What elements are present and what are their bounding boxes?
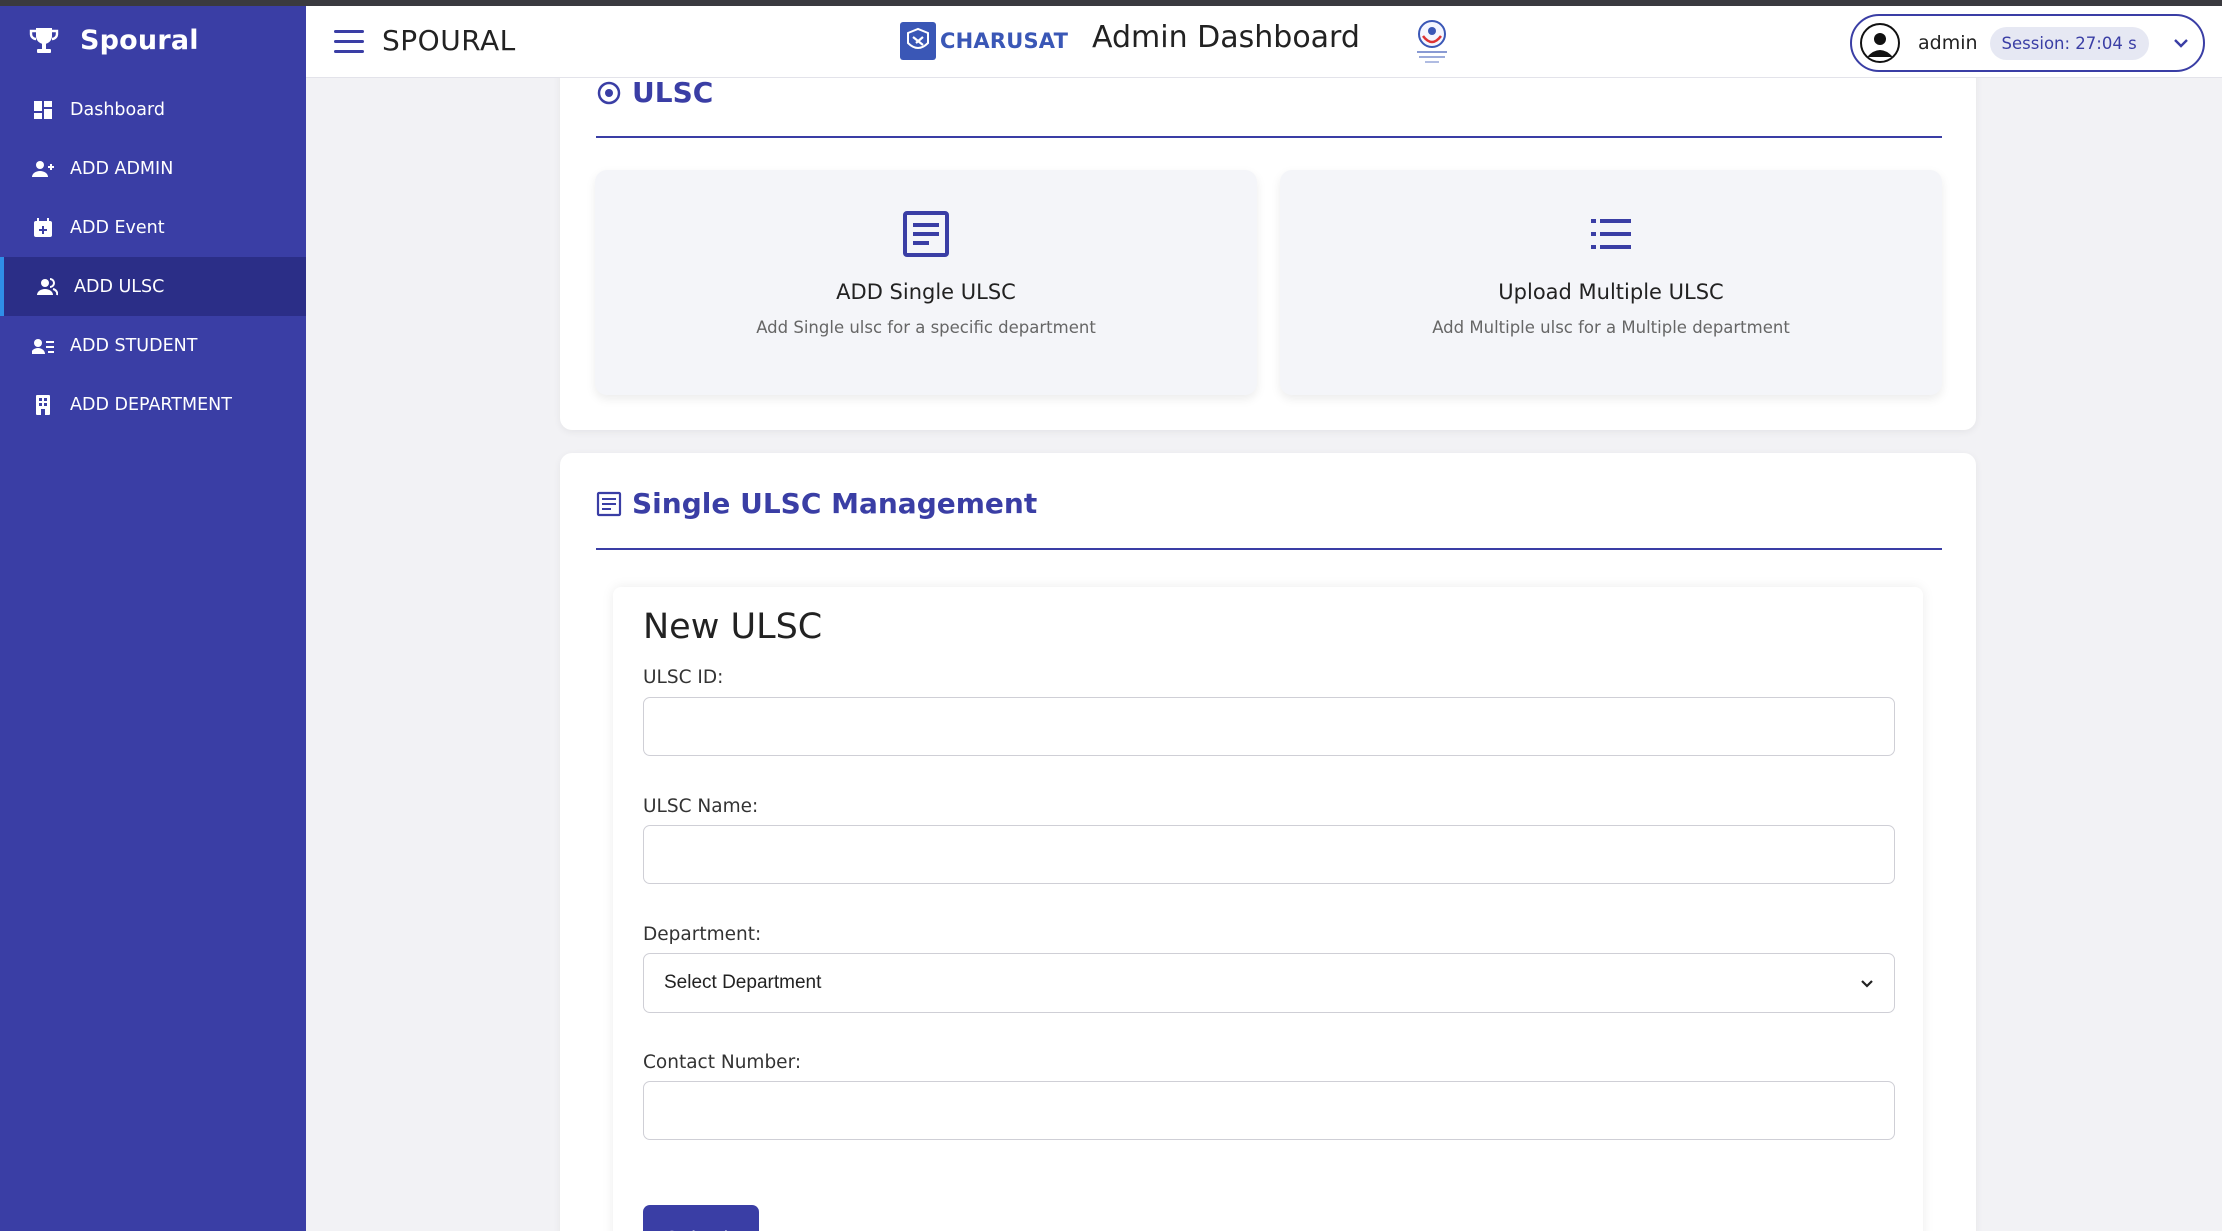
section-divider [596, 548, 1942, 550]
sidebar-item-label: ADD ULSC [74, 276, 165, 297]
option-title: ADD Single ULSC [836, 280, 1016, 304]
department-select[interactable]: Select Department [643, 953, 1895, 1013]
document-icon [903, 211, 949, 257]
sidebar-item-label: ADD STUDENT [70, 335, 198, 356]
sidebar-item-label: ADD DEPARTMENT [70, 394, 232, 415]
submit-button[interactable]: Submit [643, 1205, 759, 1231]
add-single-ulsc-option[interactable]: ADD Single ULSC Add Single ulsc for a sp… [595, 170, 1257, 395]
window-top-border [0, 0, 2222, 6]
option-description: Add Single ulsc for a specific departmen… [756, 318, 1096, 337]
sidebar-item-add-student[interactable]: ADD STUDENT [0, 316, 306, 375]
ulsc-id-input[interactable] [643, 697, 1895, 756]
list-icon [1591, 219, 1631, 249]
ulsc-name-input[interactable] [643, 825, 1895, 884]
section-title: ULSC [632, 76, 714, 109]
session-timer-badge: Session: 27:04 s [1989, 26, 2149, 60]
form-title: New ULSC [643, 607, 823, 647]
single-section-heading: Single ULSC Management [596, 487, 1037, 520]
add-user-icon [32, 158, 54, 180]
single-ulsc-management-card: Single ULSC Management New ULSC ULSC ID:… [560, 453, 1976, 1231]
department-selected-value: Select Department [664, 972, 822, 993]
sidebar-nav: Dashboard ADD ADMIN ADD Event ADD ULSC A… [0, 80, 306, 434]
ulsc-section-heading: ULSC [596, 76, 713, 109]
student-list-icon [32, 335, 54, 357]
upload-multiple-ulsc-option[interactable]: Upload Multiple ULSC Add Multiple ulsc f… [1280, 170, 1942, 395]
sidebar-item-add-ulsc[interactable]: ADD ULSC [0, 257, 306, 316]
calendar-add-icon [32, 217, 54, 239]
chevron-down-icon[interactable] [2171, 33, 2191, 53]
sidebar-item-add-event[interactable]: ADD Event [0, 198, 306, 257]
contact-number-input[interactable] [643, 1081, 1895, 1140]
menu-toggle-icon[interactable] [334, 30, 364, 54]
sidebar-item-dashboard[interactable]: Dashboard [0, 80, 306, 139]
ulsc-section-card: ULSC ADD Single ULSC Add Single ulsc for… [560, 62, 1976, 430]
app-name: SPOURAL [382, 24, 516, 57]
sidebar-item-label: ADD ADMIN [70, 158, 174, 179]
sidebar-item-label: Dashboard [70, 99, 165, 120]
top-header: SPOURAL CHARUSAT Admin Dashboard admin S… [306, 6, 2222, 78]
sidebar-item-add-admin[interactable]: ADD ADMIN [0, 139, 306, 198]
brand-name: Spoural [80, 24, 199, 56]
user-menu[interactable]: admin Session: 27:04 s [1850, 14, 2205, 72]
users-icon [36, 276, 58, 298]
sidebar-item-add-department[interactable]: ADD DEPARTMENT [0, 375, 306, 434]
dashboard-icon [32, 99, 54, 121]
avatar [1860, 23, 1900, 63]
option-description: Add Multiple ulsc for a Multiple departm… [1432, 318, 1790, 337]
target-icon [597, 81, 621, 104]
document-icon [596, 491, 622, 516]
page-title: Admin Dashboard [1092, 20, 1360, 55]
ulsc-id-label: ULSC ID: [643, 667, 724, 688]
charusat-emblem-icon [900, 22, 936, 60]
contact-number-label: Contact Number: [643, 1052, 802, 1073]
trophy-icon [29, 28, 59, 53]
user-name: admin [1918, 32, 1978, 54]
option-title: Upload Multiple ULSC [1498, 280, 1724, 304]
sidebar: Spoural Dashboard ADD ADMIN ADD Event AD… [0, 6, 306, 1231]
charusat-logo-text: CHARUSAT [940, 29, 1069, 53]
ulsc-logo-icon [1409, 18, 1455, 66]
sidebar-item-label: ADD Event [70, 217, 165, 238]
chevron-down-icon [1861, 980, 1873, 988]
department-label: Department: [643, 924, 762, 945]
section-divider [596, 136, 1942, 138]
new-ulsc-form: New ULSC ULSC ID: ULSC Name: Department:… [613, 587, 1923, 1231]
brand[interactable]: Spoural [0, 6, 306, 74]
charusat-logo: CHARUSAT [900, 22, 1068, 60]
section-title: Single ULSC Management [632, 487, 1038, 520]
ulsc-name-label: ULSC Name: [643, 796, 759, 817]
building-icon [32, 394, 54, 416]
